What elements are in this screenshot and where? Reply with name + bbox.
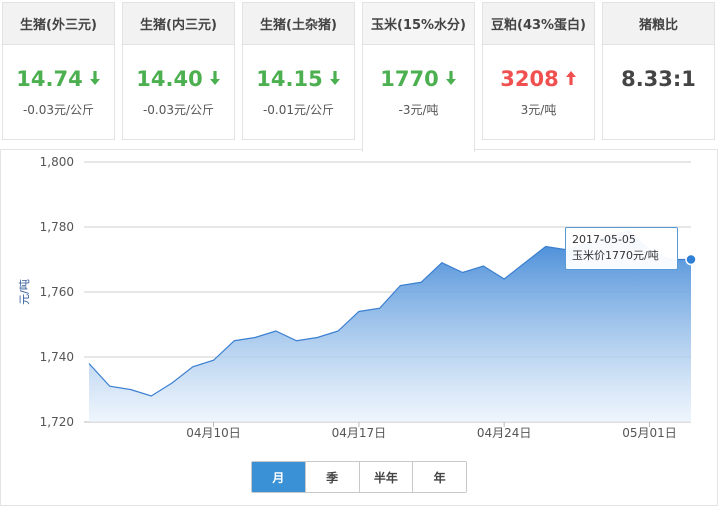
card-change: -3元/吨 [398,103,439,117]
arrow-down-icon [329,67,341,91]
tooltip-date: 2017-05-05 [572,233,636,246]
card-title: 豆粕(43%蛋白) [483,3,594,45]
card-value: 14.74 [16,67,83,91]
card-value-row: 1770 [363,67,474,91]
tab-year[interactable]: 年 [413,462,466,492]
card-value-row: 8.33:1 [603,67,714,91]
tab-month[interactable]: 月 [252,462,306,492]
price-cards: 生猪(外三元) 14.74 -0.03元/公斤 生猪(内三元) 14.40 -0… [0,0,720,152]
card-corn[interactable]: 玉米(15%水分) 1770 -3元/吨 [362,2,475,152]
card-value: 8.33:1 [621,67,696,91]
y-tick-label: 1,800 [40,155,74,169]
card-title: 生猪(土杂猪) [243,3,354,45]
card-value: 3208 [500,67,559,91]
x-tick-label: 05月01日 [622,426,677,440]
x-tick-label: 04月10日 [186,426,241,440]
card-title: 猪粮比 [603,3,714,45]
y-tick-label: 1,720 [40,415,74,429]
card-value-row: 14.74 [3,67,114,91]
y-tick-label: 1,780 [40,220,74,234]
card-value-row: 14.40 [123,67,234,91]
card-value-row: 14.15 [243,67,354,91]
arrow-up-icon [565,67,577,91]
tooltip-text: 玉米价1770元/吨 [572,249,659,262]
card-title: 生猪(外三元) [3,3,114,45]
card-value: 14.40 [136,67,203,91]
card-pig-grain-ratio[interactable]: 猪粮比 8.33:1 [602,2,715,140]
card-change: -0.03元/公斤 [22,103,95,117]
chart-panel: 1,720 1,740 1,760 1,780 1,800 元/吨 04月10日 04月17日… [0,149,718,506]
y-tick-label: 1,760 [40,285,74,299]
highlight-point [685,253,697,266]
y-tick-label: 1,740 [40,350,74,364]
x-tick-label: 04月24日 [477,426,532,440]
arrow-down-icon [445,67,457,91]
card-pig-neisanyuan[interactable]: 生猪(内三元) 14.40 -0.03元/公斤 [122,2,235,140]
card-title: 生猪(内三元) [123,3,234,45]
chart-tooltip: 2017-05-05 玉米价1770元/吨 [565,227,678,270]
arrow-down-icon [209,67,221,91]
card-soymeal[interactable]: 豆粕(43%蛋白) 3208 3元/吨 [482,2,595,140]
card-value: 14.15 [256,67,323,91]
card-pig-tuzazhu[interactable]: 生猪(土杂猪) 14.15 -0.01元/公斤 [242,2,355,140]
card-value-row: 3208 [483,67,594,91]
y-axis-label: 元/吨 [18,279,31,305]
x-tick-label: 04月17日 [332,426,387,440]
tab-half-year[interactable]: 半年 [360,462,414,492]
card-change: 3元/吨 [520,103,557,117]
card-pig-waisanyuan[interactable]: 生猪(外三元) 14.74 -0.03元/公斤 [2,2,115,140]
tab-quarter[interactable]: 季 [306,462,360,492]
price-chart: 1,720 1,740 1,760 1,780 1,800 元/吨 04月10日 04月17日… [18,155,697,440]
card-change: -0.01元/公斤 [262,103,335,117]
range-tabs: 月 季 半年 年 [251,461,467,493]
card-change: -0.03元/公斤 [142,103,215,117]
card-title: 玉米(15%水分) [363,3,474,45]
arrow-down-icon [89,67,101,91]
card-value: 1770 [380,67,439,91]
